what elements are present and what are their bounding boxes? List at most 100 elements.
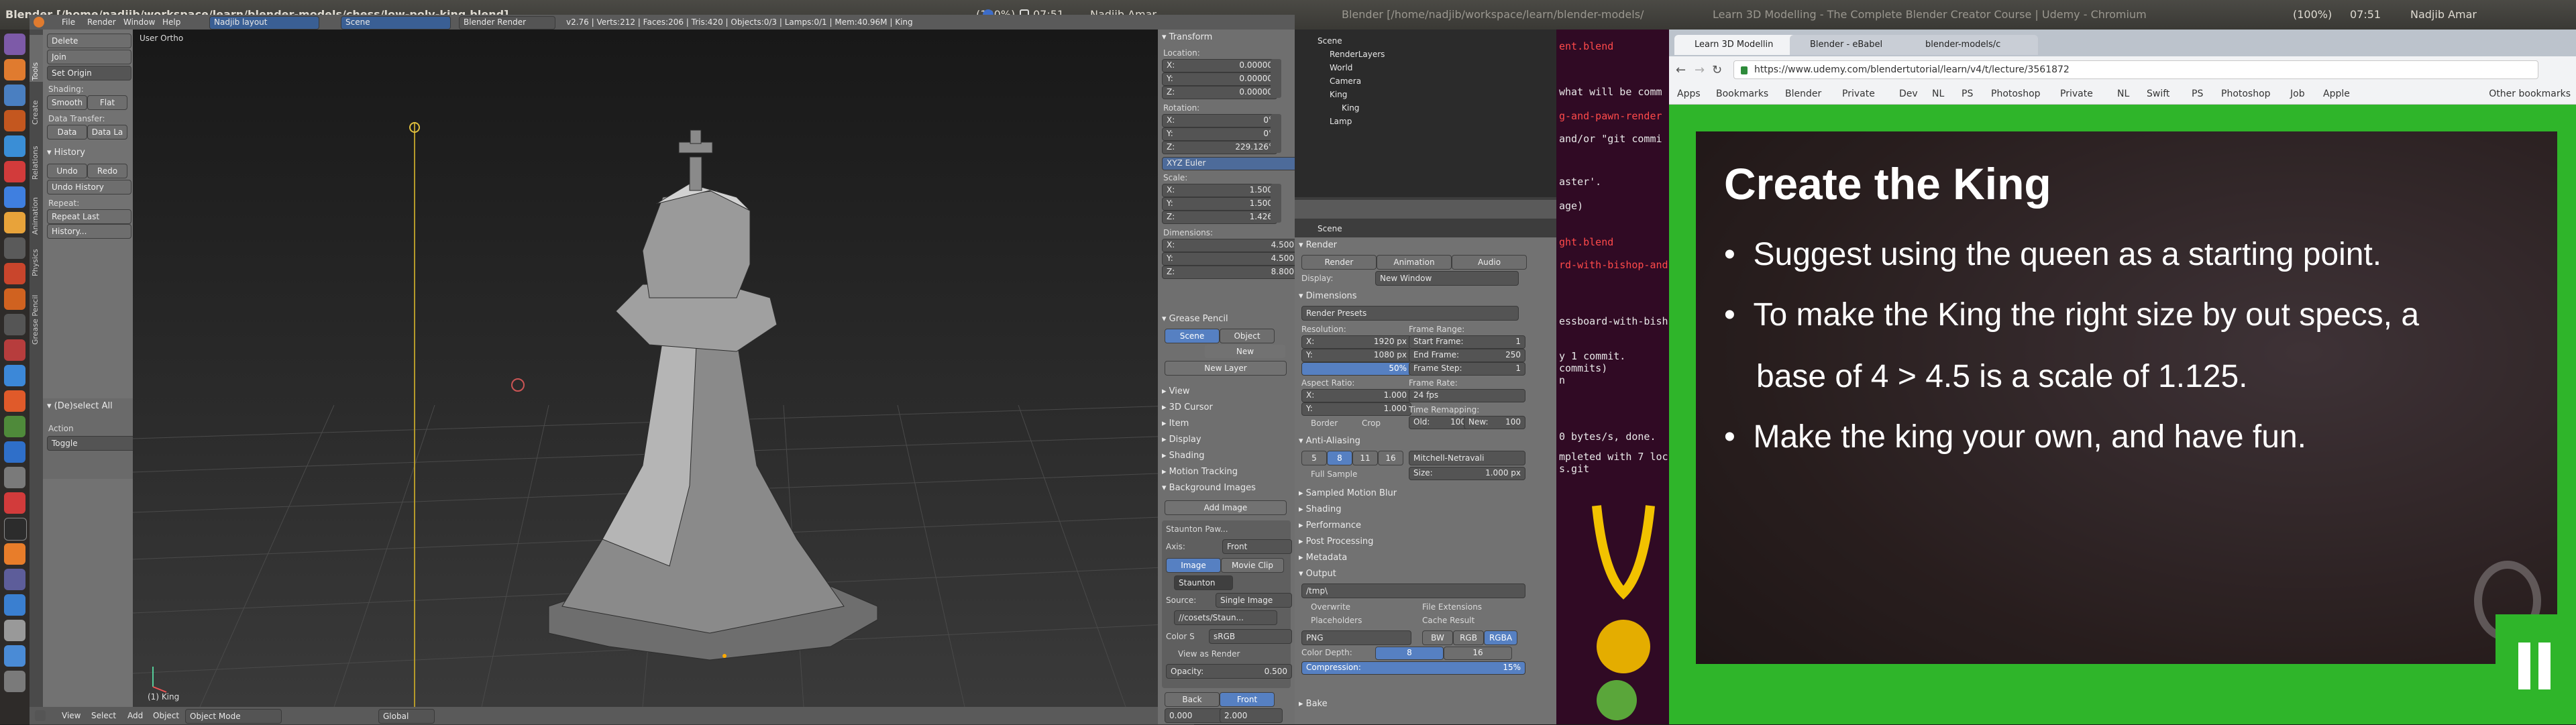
menu-select[interactable]: Select	[91, 711, 116, 720]
axis-select[interactable]: Front	[1222, 539, 1292, 554]
new-field[interactable]: New: 100	[1464, 416, 1525, 429]
undo-button[interactable]: Undo	[47, 164, 87, 178]
back-button[interactable]: Back	[1165, 692, 1220, 707]
bookmark-item[interactable]: Apps	[1677, 89, 1701, 99]
bw-button[interactable]: BW	[1422, 630, 1453, 645]
background-images-header[interactable]: ▾ Background Images	[1162, 483, 1256, 493]
gp-new-button[interactable]: New	[1205, 345, 1285, 358]
history-panel-header[interactable]: ▾ History	[47, 148, 85, 158]
3d-viewport[interactable]: User Ortho (1) King	[133, 30, 1194, 707]
bake-header[interactable]: ▸ Bake	[1299, 699, 1328, 709]
pause-icon[interactable]	[2518, 643, 2530, 689]
terminal-window[interactable]: ent.blend what will be comm g-and-pawn-ren…	[1556, 30, 1669, 724]
placeholders-checkbox[interactable]: Placeholders	[1311, 616, 1362, 625]
dash-icon[interactable]	[4, 34, 25, 55]
res-percent-slider[interactable]: 50%	[1301, 362, 1411, 376]
editor-type-icon[interactable]	[34, 17, 44, 27]
editor-type-icon-2[interactable]	[35, 710, 46, 721]
app-icon-5[interactable]	[4, 288, 25, 310]
outliner-scene[interactable]: Scene	[1318, 36, 1342, 46]
dimensions-header[interactable]: ▾ Dimensions	[1299, 291, 1357, 301]
outliner-world[interactable]: World	[1330, 63, 1352, 72]
bookmark-item[interactable]: Photoshop	[1991, 89, 2041, 99]
bookmark-item[interactable]: Swift	[2147, 89, 2169, 99]
app-icon-6[interactable]	[4, 314, 25, 335]
display-select[interactable]: New Window	[1375, 271, 1519, 286]
data-layers-button[interactable]: Data La	[87, 125, 127, 140]
output-header[interactable]: ▾ Output	[1299, 569, 1336, 579]
tab-udemy[interactable]: Learn 3D Modellin	[1674, 35, 1807, 55]
rot-x-field[interactable]: X: 0°	[1162, 114, 1277, 127]
performance-header[interactable]: ▸ Performance	[1299, 520, 1361, 531]
tab-relations[interactable]: Relations	[31, 126, 42, 180]
repeat-last-button[interactable]: Repeat Last	[47, 209, 131, 224]
trash-icon[interactable]	[4, 671, 25, 692]
bookmark-item[interactable]: NL	[1932, 89, 1944, 99]
orientation-select[interactable]: Global	[378, 709, 435, 724]
opacity-slider[interactable]: Opacity: 0.500	[1166, 664, 1292, 679]
loc-y-field[interactable]: Y: 0.00000	[1162, 72, 1277, 86]
forward-arrow-icon[interactable]: →	[1695, 63, 1705, 77]
app-icon-18[interactable]	[4, 620, 25, 641]
file-format-select[interactable]: PNG	[1301, 630, 1411, 645]
undo-history-button[interactable]: Undo History	[47, 180, 131, 194]
app-icon-4[interactable]	[4, 263, 25, 284]
shading-header[interactable]: ▸ Shading	[1162, 451, 1204, 461]
app-icon-7[interactable]	[4, 339, 25, 361]
tab-grease-pencil[interactable]: Grease Pencil	[31, 278, 42, 345]
app-icon-11[interactable]	[4, 441, 25, 463]
lock-rotation-icon[interactable]	[1271, 114, 1281, 153]
file-extensions-checkbox[interactable]: File Extensions	[1422, 602, 1482, 612]
menu-add[interactable]: Add	[127, 711, 143, 720]
image-datablock[interactable]: Staunton	[1174, 575, 1233, 590]
rgb-button[interactable]: RGB	[1453, 630, 1484, 645]
render-engine-select[interactable]: Blender Render	[459, 16, 555, 30]
depth-8-button[interactable]: 8	[1375, 647, 1444, 660]
post-processing-header[interactable]: ▸ Post Processing	[1299, 537, 1373, 547]
movie-clip-button[interactable]: Movie Clip	[1221, 558, 1284, 573]
properties-tabs[interactable]	[1295, 200, 1556, 219]
outliner-camera[interactable]: Camera	[1330, 76, 1361, 86]
render-button[interactable]: Render	[1301, 255, 1377, 270]
mode-select[interactable]: Object Mode	[185, 709, 282, 724]
tab-animation[interactable]: Animation	[31, 181, 42, 235]
bookmark-item[interactable]: PS	[2192, 89, 2203, 99]
res-x-field[interactable]: X: 1920 px	[1301, 335, 1411, 349]
loc-x-field[interactable]: X: 0.00000	[1162, 59, 1277, 72]
motion-blur-header[interactable]: ▸ Sampled Motion Blur	[1299, 488, 1397, 498]
bookmark-item[interactable]: Bookmarks	[1716, 89, 1768, 99]
scale-z-field[interactable]: Z: 1.426	[1162, 211, 1277, 224]
render-presets-select[interactable]: Render Presets	[1301, 306, 1519, 321]
add-image-button[interactable]: Add Image	[1165, 500, 1287, 515]
aa-size-field[interactable]: Size: 1.000 px	[1409, 467, 1525, 480]
3d-cursor-header[interactable]: ▸ 3D Cursor	[1162, 402, 1213, 412]
other-bookmarks[interactable]: Other bookmarks	[2489, 89, 2571, 99]
bookmark-item[interactable]: Dev	[1899, 89, 1918, 99]
outliner-king-mesh[interactable]: King	[1342, 103, 1359, 113]
blender-icon[interactable]	[4, 59, 25, 80]
scale-y-field[interactable]: Y: 1.500	[1162, 197, 1277, 211]
app-icon-10[interactable]	[4, 416, 25, 437]
loc-z-field[interactable]: Z: 0.00000	[1162, 86, 1277, 99]
join-button[interactable]: Join	[47, 50, 131, 64]
aspect-y-field[interactable]: Y: 1.000	[1301, 402, 1411, 416]
offset-y-field[interactable]: 2.000	[1220, 708, 1283, 723]
app-icon-12[interactable]	[4, 467, 25, 488]
data-button[interactable]: Data	[47, 125, 87, 140]
app-icon-19[interactable]	[4, 645, 25, 667]
bookmark-item[interactable]: Job	[2290, 89, 2305, 99]
dim-y-field[interactable]: Y: 4.500	[1162, 252, 1295, 266]
rot-y-field[interactable]: Y: 0°	[1162, 127, 1277, 141]
item-header[interactable]: ▸ Item	[1162, 419, 1189, 429]
app-icon-13[interactable]	[4, 492, 25, 514]
aa-11-button[interactable]: 11	[1352, 451, 1378, 465]
aa-filter-select[interactable]: Mitchell-Netravali	[1409, 451, 1525, 465]
bookmark-item[interactable]: Private	[2060, 89, 2093, 99]
terminal-icon[interactable]	[4, 237, 25, 259]
app-icon-17[interactable]	[4, 594, 25, 616]
anti-aliasing-header[interactable]: ▾ Anti-Aliasing	[1299, 436, 1360, 446]
end-frame-field[interactable]: End Frame: 250	[1409, 349, 1525, 362]
app-icon-3[interactable]	[4, 212, 25, 233]
old-field[interactable]: Old: 100	[1409, 416, 1470, 429]
action-select[interactable]: Toggle	[47, 436, 137, 451]
